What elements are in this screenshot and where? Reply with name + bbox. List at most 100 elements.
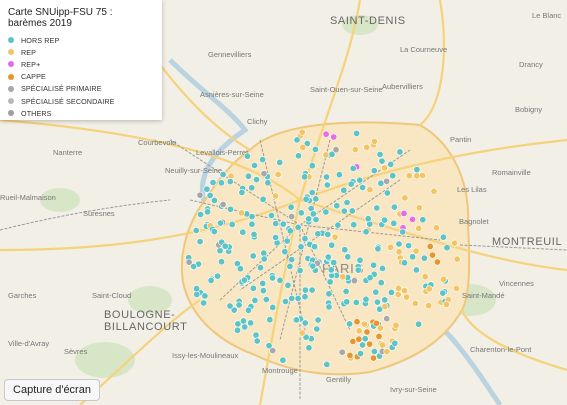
- school-point-rep[interactable]: [452, 284, 460, 292]
- school-point-rep-plus[interactable]: [330, 133, 338, 141]
- school-point-hors-rep[interactable]: [349, 164, 357, 172]
- school-point-rep[interactable]: [425, 285, 433, 293]
- school-point-hors-rep[interactable]: [259, 279, 267, 287]
- school-point-hors-rep[interactable]: [243, 152, 251, 160]
- school-point-hors-rep[interactable]: [347, 180, 355, 188]
- school-point-hors-rep[interactable]: [240, 276, 248, 284]
- school-point-hors-rep[interactable]: [259, 195, 267, 203]
- school-point-hors-rep[interactable]: [301, 173, 309, 181]
- school-point-hors-rep[interactable]: [346, 320, 354, 328]
- school-point-hors-rep[interactable]: [354, 266, 362, 274]
- school-point-rep[interactable]: [432, 224, 440, 232]
- school-point-hors-rep[interactable]: [340, 186, 348, 194]
- school-point-hors-rep[interactable]: [335, 171, 343, 179]
- school-point-hors-rep[interactable]: [387, 160, 395, 168]
- school-point-rep[interactable]: [405, 172, 413, 180]
- school-point-hors-rep[interactable]: [281, 248, 289, 256]
- school-point-hors-rep[interactable]: [245, 172, 253, 180]
- school-point-hors-rep[interactable]: [297, 209, 305, 217]
- school-point-rep[interactable]: [378, 341, 386, 349]
- school-point-rep[interactable]: [360, 320, 368, 328]
- school-point-hors-rep[interactable]: [272, 220, 280, 228]
- school-point-hors-rep[interactable]: [378, 157, 386, 165]
- school-point-hors-rep[interactable]: [309, 262, 317, 270]
- school-point-hors-rep[interactable]: [327, 266, 335, 274]
- school-point-hors-rep[interactable]: [279, 356, 287, 364]
- school-point-hors-rep[interactable]: [364, 215, 372, 223]
- school-point-hors-rep[interactable]: [294, 294, 302, 302]
- school-point-hors-rep[interactable]: [301, 293, 309, 301]
- school-point-hors-rep[interactable]: [236, 265, 244, 273]
- school-point-hors-rep[interactable]: [296, 267, 304, 275]
- school-point-rep[interactable]: [363, 143, 371, 151]
- school-point-rep[interactable]: [351, 146, 359, 154]
- school-point-hors-rep[interactable]: [370, 167, 378, 175]
- school-point-hors-rep[interactable]: [235, 301, 243, 309]
- school-point-rep-plus[interactable]: [322, 130, 330, 138]
- school-point-specialise-primaire[interactable]: [383, 315, 391, 323]
- school-point-hors-rep[interactable]: [259, 156, 267, 164]
- school-point-hors-rep[interactable]: [240, 317, 248, 325]
- school-point-hors-rep[interactable]: [308, 286, 316, 294]
- school-point-hors-rep[interactable]: [353, 129, 361, 137]
- school-point-hors-rep[interactable]: [221, 242, 229, 250]
- school-point-hors-rep[interactable]: [249, 252, 257, 260]
- school-point-hors-rep[interactable]: [356, 176, 364, 184]
- school-point-hors-rep[interactable]: [325, 290, 333, 298]
- school-point-hors-rep[interactable]: [381, 216, 389, 224]
- school-point-hors-rep[interactable]: [214, 272, 222, 280]
- school-point-rep-plus[interactable]: [400, 209, 408, 217]
- school-point-hors-rep[interactable]: [348, 207, 356, 215]
- school-point-hors-rep[interactable]: [322, 208, 330, 216]
- school-point-hors-rep[interactable]: [311, 145, 319, 153]
- school-point-cappe[interactable]: [369, 354, 377, 362]
- school-point-hors-rep[interactable]: [323, 181, 331, 189]
- school-point-cappe[interactable]: [428, 251, 436, 259]
- school-point-hors-rep[interactable]: [217, 179, 225, 187]
- school-point-rep[interactable]: [366, 186, 374, 194]
- school-point-rep[interactable]: [403, 293, 411, 301]
- school-point-rep[interactable]: [411, 299, 419, 307]
- school-point-hors-rep[interactable]: [378, 264, 386, 272]
- school-point-hors-rep[interactable]: [396, 148, 404, 156]
- school-point-hors-rep[interactable]: [413, 166, 421, 174]
- school-point-rep[interactable]: [392, 321, 400, 329]
- school-point-hors-rep[interactable]: [310, 243, 318, 251]
- school-point-hors-rep[interactable]: [390, 203, 398, 211]
- school-point-hors-rep[interactable]: [260, 255, 268, 263]
- school-point-hors-rep[interactable]: [343, 199, 351, 207]
- school-point-specialise-primaire[interactable]: [196, 191, 204, 199]
- school-point-hors-rep[interactable]: [269, 303, 277, 311]
- school-point-hors-rep[interactable]: [439, 233, 447, 241]
- school-point-cappe[interactable]: [353, 318, 361, 326]
- school-point-hors-rep[interactable]: [312, 195, 320, 203]
- school-point-hors-rep[interactable]: [234, 326, 242, 334]
- school-point-hors-rep[interactable]: [301, 235, 309, 243]
- school-point-hors-rep[interactable]: [209, 179, 217, 187]
- school-point-hors-rep[interactable]: [200, 299, 208, 307]
- school-point-hors-rep[interactable]: [330, 259, 338, 267]
- school-point-hors-rep[interactable]: [328, 241, 336, 249]
- school-point-hors-rep[interactable]: [259, 287, 267, 295]
- school-point-hors-rep[interactable]: [356, 256, 364, 264]
- school-point-hors-rep[interactable]: [409, 253, 417, 261]
- school-point-hors-rep[interactable]: [361, 335, 369, 343]
- school-point-rep[interactable]: [381, 302, 389, 310]
- school-point-rep[interactable]: [425, 302, 433, 310]
- school-point-hors-rep[interactable]: [193, 285, 201, 293]
- school-point-hors-rep[interactable]: [443, 244, 451, 252]
- school-point-hors-rep[interactable]: [325, 303, 333, 311]
- school-point-hors-rep[interactable]: [239, 228, 247, 236]
- school-point-hors-rep[interactable]: [248, 220, 256, 228]
- school-point-hors-rep[interactable]: [389, 172, 397, 180]
- school-point-hors-rep[interactable]: [272, 234, 280, 242]
- school-point-cappe[interactable]: [433, 258, 441, 266]
- school-point-hors-rep[interactable]: [373, 204, 381, 212]
- school-point-hors-rep[interactable]: [395, 240, 403, 248]
- school-point-hors-rep[interactable]: [247, 319, 255, 327]
- school-point-specialise-primaire[interactable]: [350, 277, 358, 285]
- school-point-cappe[interactable]: [426, 242, 434, 250]
- school-point-rep[interactable]: [394, 290, 402, 298]
- school-point-rep[interactable]: [383, 348, 391, 356]
- school-point-hors-rep[interactable]: [279, 220, 287, 228]
